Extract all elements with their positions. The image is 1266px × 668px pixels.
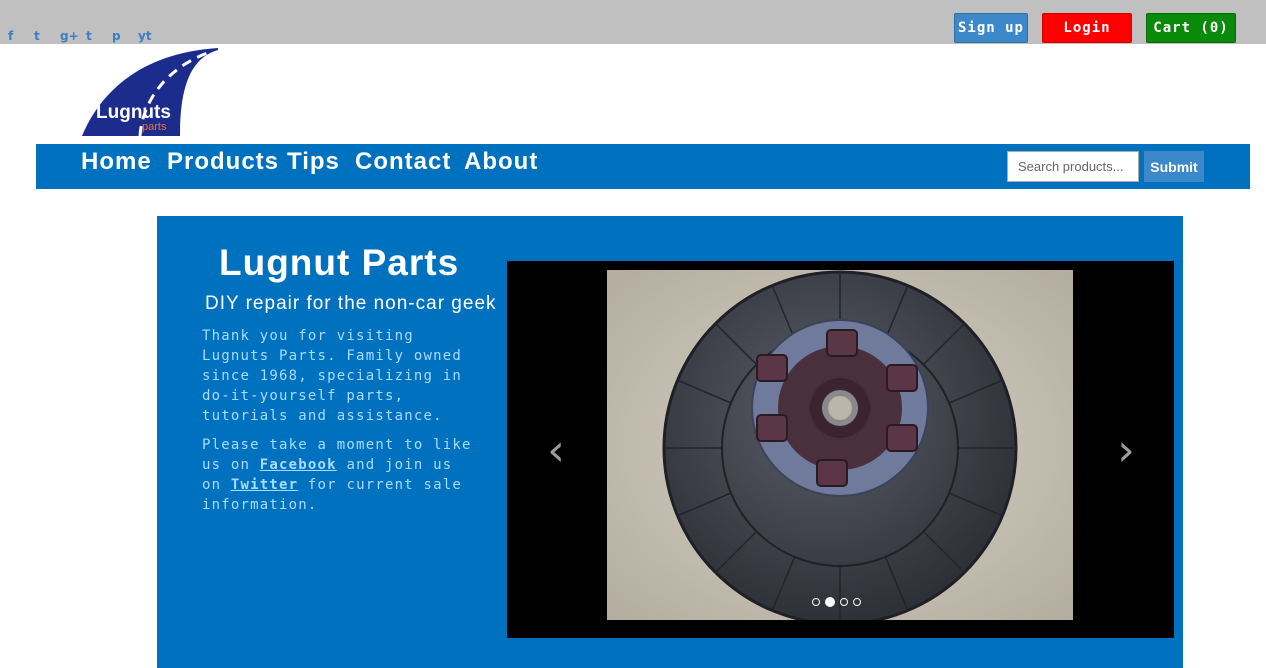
clutch-disc-image (607, 270, 1073, 620)
nav-products[interactable]: Products (167, 148, 279, 176)
twitter-icon[interactable]: t (34, 29, 60, 43)
top-bar: f t g+ t p yt Sign up Login Cart (0) (0, 0, 1266, 44)
logo-text: Lugnuts (96, 102, 171, 123)
hero-section: Lugnut Parts DIY repair for the non-car … (157, 216, 1183, 668)
hero-paragraph-1: Thank you for visiting Lugnuts Parts. Fa… (202, 328, 462, 424)
carousel-next-icon[interactable]: › (1111, 429, 1141, 473)
facebook-icon[interactable]: f (8, 29, 34, 43)
hero-title: Lugnut Parts (219, 242, 460, 283)
pinterest-icon[interactable]: p (112, 29, 138, 43)
nav-contact[interactable]: Contact (355, 148, 451, 176)
carousel-prev-icon[interactable]: ‹ (541, 429, 571, 473)
carousel-dot-2[interactable] (825, 597, 835, 607)
hero-paragraph-2: Please take a moment to like us on Faceb… (202, 435, 472, 515)
main-nav: Home Products Tips Contact About Submit (36, 144, 1250, 189)
carousel-dot-3[interactable] (840, 598, 848, 606)
tumblr-icon[interactable]: t (86, 29, 112, 43)
nav-tips[interactable]: Tips (287, 148, 340, 176)
search-submit-button[interactable]: Submit (1144, 151, 1204, 182)
hero-description: Thank you for visiting Lugnuts Parts. Fa… (202, 326, 472, 524)
carousel-indicators (812, 597, 861, 607)
social-links: f t g+ t p yt (8, 29, 164, 43)
youtube-icon[interactable]: yt (138, 29, 164, 43)
carousel-dot-1[interactable] (812, 598, 820, 606)
logo-subtext: parts (142, 121, 167, 133)
google-plus-icon[interactable]: g+ (60, 29, 86, 43)
carousel-dot-4[interactable] (853, 598, 861, 606)
login-button[interactable]: Login (1042, 13, 1132, 43)
facebook-link[interactable]: Facebook (260, 457, 337, 473)
signup-button[interactable]: Sign up (954, 13, 1028, 43)
twitter-link[interactable]: Twitter (231, 477, 298, 493)
carousel-slide-image (607, 270, 1073, 620)
road-logo-graphic: Lugnuts parts (82, 48, 218, 137)
image-carousel: ‹ › (507, 261, 1174, 638)
cart-button[interactable]: Cart (0) (1146, 13, 1236, 43)
site-logo[interactable]: Lugnuts parts (80, 48, 220, 137)
nav-about[interactable]: About (464, 148, 538, 176)
hero-subtitle: DIY repair for the non-car geek (205, 293, 497, 314)
nav-home[interactable]: Home (81, 148, 152, 176)
search-input[interactable] (1007, 151, 1139, 182)
